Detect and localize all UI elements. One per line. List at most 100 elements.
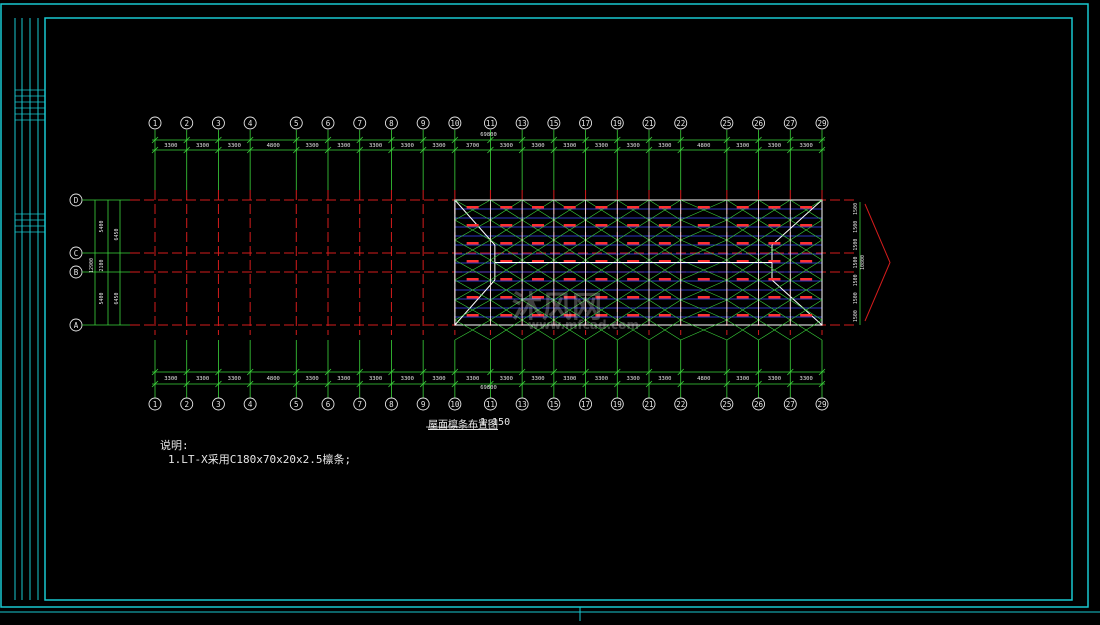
right-dim-total: 10800 <box>860 255 866 270</box>
right-dim-text: 1500 <box>853 292 859 304</box>
dimension-text-top: 3300 <box>595 143 608 149</box>
axis-label-top: 15 <box>549 119 558 128</box>
row-label: D <box>74 196 79 205</box>
dimension-text-bottom: 3300 <box>658 376 671 382</box>
axis-label-top: 1 <box>153 119 158 128</box>
axis-label-bottom: 2 <box>184 400 189 409</box>
axis-label-bottom: 1 <box>153 400 158 409</box>
dimension-text-top: 3300 <box>401 143 414 149</box>
axis-label-bottom: 29 <box>817 400 826 409</box>
purlin-label-mark <box>697 224 710 227</box>
purlin-label-mark <box>736 206 749 209</box>
purlin-label-mark <box>627 314 640 317</box>
dimension-text-bottom: 3300 <box>401 376 414 382</box>
dimension-text-top: 3300 <box>306 143 319 149</box>
axis-label-top: 8 <box>389 119 394 128</box>
purlin-label-mark <box>697 278 710 281</box>
dimension-text-bottom: 3300 <box>736 376 749 382</box>
dimension-text-bottom: 3300 <box>432 376 445 382</box>
purlin-label-mark <box>768 206 781 209</box>
dimension-text-top: 3300 <box>196 143 209 149</box>
purlin-label-mark <box>595 242 608 245</box>
dimension-text-bottom: 4800 <box>267 376 280 382</box>
axis-label-top: 10 <box>450 119 460 128</box>
purlin-label-mark <box>563 278 576 281</box>
purlin-label-mark <box>658 314 671 317</box>
axis-label-top: 2 <box>184 119 189 128</box>
axis-label-bottom: 4 <box>248 400 253 409</box>
dimension-text-top: 3300 <box>228 143 241 149</box>
purlin-label-mark <box>768 314 781 317</box>
axis-label-bottom: 10 <box>450 400 460 409</box>
purlin-label-mark <box>800 206 813 209</box>
drawing-scale: 1:150 <box>480 417 511 428</box>
row-dim-inner: 2100 <box>99 259 105 271</box>
purlin-label-mark <box>531 278 544 281</box>
total-length-bottom: 69800 <box>480 385 497 391</box>
dimension-text-bottom: 3300 <box>306 376 319 382</box>
purlin-label-mark <box>500 206 513 209</box>
dimension-text-top: 3300 <box>658 143 671 149</box>
purlin-label-mark <box>736 296 749 299</box>
axis-label-top: 3 <box>216 119 221 128</box>
axis-label-bottom: 25 <box>722 400 731 409</box>
axis-label-top: 5 <box>294 119 299 128</box>
axis-label-bottom: 19 <box>613 400 622 409</box>
purlin-label-mark <box>627 224 640 227</box>
purlin-label-mark <box>466 314 479 317</box>
purlin-label-mark <box>658 206 671 209</box>
axis-label-bottom: 8 <box>389 400 394 409</box>
axis-label-bottom: 13 <box>518 400 527 409</box>
axis-label-bottom: 17 <box>581 400 590 409</box>
purlin-label-mark <box>563 206 576 209</box>
row-dim-inner: 5400 <box>99 220 105 232</box>
axis-label-top: 27 <box>786 119 795 128</box>
dimension-text-bottom: 3300 <box>627 376 640 382</box>
axis-label-top: 17 <box>581 119 590 128</box>
purlin-label-mark <box>658 278 671 281</box>
dimension-text-top: 4800 <box>267 143 280 149</box>
purlin-label-mark <box>500 242 513 245</box>
purlin-label-mark <box>466 260 479 263</box>
dimension-text-bottom: 3300 <box>228 376 241 382</box>
purlin-label-mark <box>563 242 576 245</box>
purlin-label-mark <box>466 242 479 245</box>
axis-label-top: 9 <box>421 119 426 128</box>
purlin-label-mark <box>595 206 608 209</box>
dimension-text-bottom: 3300 <box>466 376 479 382</box>
axis-label-bottom: 27 <box>786 400 795 409</box>
purlin-label-mark <box>697 206 710 209</box>
row-label: C <box>74 249 79 258</box>
purlin-label-mark <box>800 224 813 227</box>
purlin-label-mark <box>466 296 479 299</box>
axis-label-top: 22 <box>676 119 685 128</box>
purlin-label-mark <box>627 242 640 245</box>
notes-line-1: 1.LT-X采用C180x70x20x2.5檩条; <box>168 453 352 466</box>
purlin-label-mark <box>627 206 640 209</box>
purlin-label-mark <box>736 314 749 317</box>
dimension-text-top: 3300 <box>736 143 749 149</box>
dimension-text-bottom: 3300 <box>595 376 608 382</box>
purlin-label-mark <box>466 206 479 209</box>
row-label: B <box>74 268 79 277</box>
purlin-label-mark <box>500 296 513 299</box>
dimension-text-top: 3300 <box>563 143 576 149</box>
dimension-text-bottom: 3300 <box>337 376 350 382</box>
dimension-text-bottom: 3300 <box>500 376 513 382</box>
right-dim-text: 1500 <box>853 203 859 215</box>
purlin-label-mark <box>800 314 813 317</box>
purlin-label-mark <box>658 224 671 227</box>
purlin-label-mark <box>563 224 576 227</box>
cad-drawing-canvas: 3300 3300 3300 4800 3300 3300 3300 3300 3300 3700… <box>0 0 1100 621</box>
dimension-text-top: 3300 <box>369 143 382 149</box>
purlin-label-mark <box>500 314 513 317</box>
dimension-text-bottom: 3300 <box>369 376 382 382</box>
dimension-text-top: 4800 <box>697 143 710 149</box>
row-dim-outer: 6450 <box>114 292 120 304</box>
purlin-label-mark <box>800 278 813 281</box>
right-dim-text: 1500 <box>853 274 859 286</box>
axis-label-top: 25 <box>722 119 731 128</box>
dimension-text-bottom: 3300 <box>800 376 813 382</box>
right-dim-text: 1500 <box>853 239 859 251</box>
purlin-label-mark <box>658 296 671 299</box>
